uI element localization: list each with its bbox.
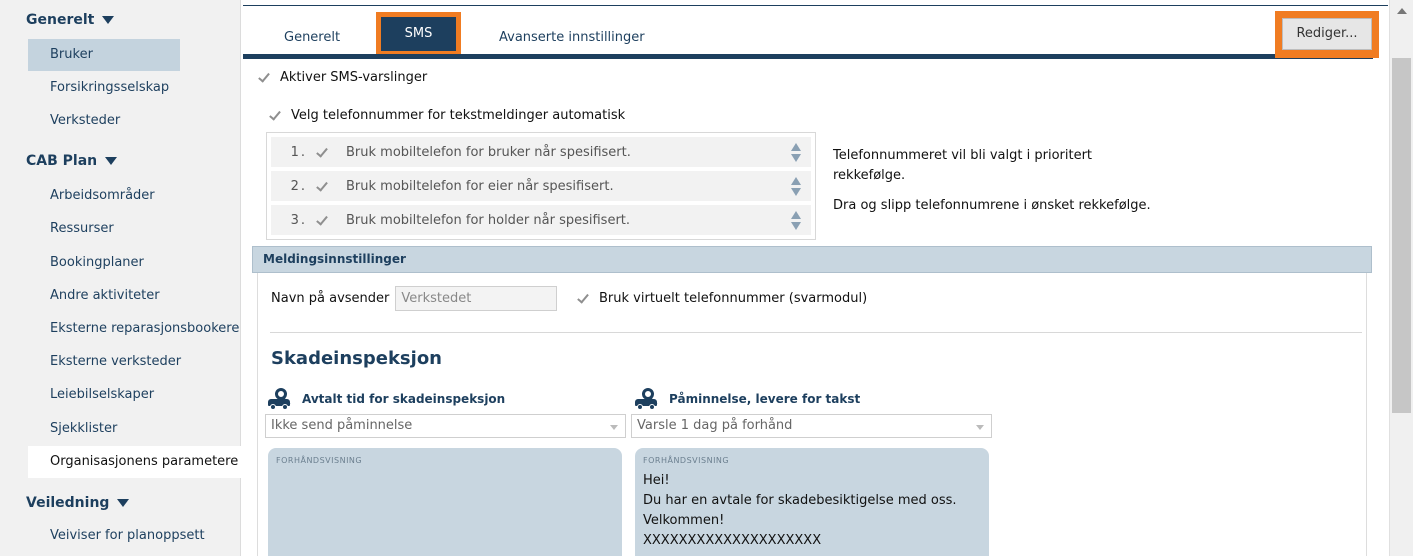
drag-sort-icon[interactable] [791, 211, 801, 231]
enable-sms-label: Aktiver SMS-varslinger [280, 70, 428, 85]
sender-row: Navn på avsender [271, 286, 558, 311]
edit-button[interactable]: Rediger... [1282, 18, 1372, 50]
tab-underline [243, 54, 1373, 59]
priority-item[interactable]: 1. Bruk mobiltelefon for bruker når spes… [271, 137, 811, 167]
tab-sms-label: SMS [381, 17, 456, 51]
sidebar-item-arbeidsomrader[interactable]: Arbeidsområder [28, 180, 155, 212]
help-line-1: Telefonnummeret vil bli valgt i priorite… [833, 148, 1093, 183]
sidebar-item-sjekklister[interactable]: Sjekklister [28, 413, 117, 445]
sidebar-item-leiebilselskaper[interactable]: Leiebilselskaper [28, 379, 154, 411]
scrollbar[interactable] [1389, 0, 1413, 556]
priority-help-text: Telefonnummeret vil bli valgt i priorite… [833, 146, 1173, 226]
divider [270, 332, 1362, 333]
sms-preview-delivery: FORHÅNDSVISNING Hei! Du har en avtale fo… [635, 448, 989, 556]
checkmark-icon[interactable] [315, 214, 328, 227]
virtual-number-checkbox-row[interactable]: Bruk virtuelt telefonnummer (svarmodul) [576, 291, 867, 306]
edit-button-highlight: Rediger... [1275, 11, 1379, 58]
notification-label-text: Påminnelse, levere for takst [669, 392, 861, 406]
sidebar-group-generelt[interactable]: Generelt [26, 12, 115, 28]
auto-phone-label: Velg telefonnummer for tekstmeldinger au… [291, 108, 626, 123]
sidebar-group-label: Generelt [26, 12, 95, 28]
priority-label: Bruk mobiltelefon for bruker når spesifi… [346, 144, 631, 160]
sidebar-item-eksterne-reparasjonsbookere[interactable]: Eksterne reparasjonsbookere [28, 313, 239, 345]
chevron-down-icon [117, 499, 130, 507]
sender-label: Navn på avsender [271, 291, 390, 306]
enable-sms-checkbox-row[interactable]: Aktiver SMS-varslinger [257, 70, 427, 85]
tab-sms[interactable]: SMS [376, 12, 461, 56]
sidebar: Generelt Bruker Forsikringsselskap Verks… [0, 0, 241, 556]
select-value: Ikke send påminnelse [271, 418, 413, 433]
message-settings-header: Meldingsinnstillinger [252, 246, 1372, 273]
preview-label: FORHÅNDSVISNING [276, 456, 363, 465]
sidebar-item-verksteder[interactable]: Verksteder [28, 105, 120, 137]
notification-label-text: Avtalt tid for skadeinspeksjon [302, 392, 506, 406]
chevron-down-icon [102, 16, 115, 24]
help-line-2: Dra og slipp telefonnumrene i ønsket rek… [833, 198, 1151, 213]
phone-priority-list: 1. Bruk mobiltelefon for bruker når spes… [266, 132, 816, 240]
preview-text: Hei! Du har en avtale for skadebesiktige… [643, 473, 957, 548]
priority-item[interactable]: 3. Bruk mobiltelefon for holder når spes… [271, 205, 811, 235]
sidebar-item-forsikringsselskap[interactable]: Forsikringsselskap [28, 72, 169, 104]
auto-phone-checkbox-row[interactable]: Velg telefonnummer for tekstmeldinger au… [268, 108, 625, 123]
sidebar-group-veiledning[interactable]: Veiledning [26, 495, 130, 511]
sidebar-group-label: Veiledning [26, 495, 110, 511]
dropdown-arrow-icon [976, 425, 984, 430]
reminder-select-appointment[interactable]: Ikke send påminnelse [265, 414, 626, 438]
notification-label-appointment: Avtalt tid for skadeinspeksjon [268, 388, 505, 410]
sender-input[interactable] [395, 286, 558, 311]
sidebar-group-cab-plan[interactable]: CAB Plan [26, 153, 118, 169]
sidebar-item-ressurser[interactable]: Ressurser [28, 213, 114, 245]
priority-item[interactable]: 2. Bruk mobiltelefon for eier når spesif… [271, 171, 811, 201]
priority-number: 3. [290, 212, 307, 228]
scroll-up-icon[interactable] [1397, 8, 1407, 14]
drag-sort-icon[interactable] [791, 143, 801, 163]
checkmark-icon[interactable] [268, 109, 281, 122]
sidebar-item-eksterne-verksteder[interactable]: Eksterne verksteder [28, 346, 181, 378]
drag-sort-icon[interactable] [791, 177, 801, 197]
sidebar-item-bruker[interactable]: Bruker [28, 39, 180, 71]
checkmark-icon[interactable] [576, 292, 589, 305]
tab-bar: Generelt SMS Avanserte innstillinger [243, 12, 1388, 58]
notification-label-delivery: Påminnelse, levere for takst [635, 388, 860, 410]
priority-number: 2. [290, 178, 307, 194]
select-value: Varsle 1 dag på forhånd [637, 418, 793, 433]
sidebar-item-organisasjonens-parametere[interactable]: Organisasjonens parametere [28, 446, 241, 478]
tab-generelt[interactable]: Generelt [284, 22, 340, 54]
scrollbar-thumb[interactable] [1392, 58, 1411, 413]
sidebar-group-label: CAB Plan [26, 153, 98, 169]
priority-label: Bruk mobiltelefon for holder når spesifi… [346, 212, 631, 228]
virtual-number-label: Bruk virtuelt telefonnummer (svarmodul) [599, 291, 868, 306]
sms-preview-appointment: FORHÅNDSVISNING [268, 448, 622, 556]
car-inspection-icon [268, 388, 294, 410]
chevron-down-icon [105, 157, 118, 165]
checkmark-icon[interactable] [315, 180, 328, 193]
dropdown-arrow-icon [610, 425, 618, 430]
tab-avanserte-innstillinger[interactable]: Avanserte innstillinger [499, 22, 645, 54]
car-inspection-icon [635, 388, 661, 410]
top-border [243, 5, 1388, 6]
priority-number: 1. [290, 144, 307, 160]
preview-label: FORHÅNDSVISNING [643, 456, 730, 465]
sidebar-item-andre-aktiviteter[interactable]: Andre aktiviteter [28, 280, 160, 312]
checkmark-icon[interactable] [315, 146, 328, 159]
checkmark-icon[interactable] [257, 71, 270, 84]
reminder-select-delivery[interactable]: Varsle 1 dag på forhånd [631, 414, 992, 438]
sidebar-item-bookingplaner[interactable]: Bookingplaner [28, 247, 144, 279]
sidebar-item-veiviser[interactable]: Veiviser for planoppsett [28, 520, 205, 552]
damage-inspection-title: Skadeinspeksjon [271, 348, 442, 369]
priority-label: Bruk mobiltelefon for eier når spesifise… [346, 178, 614, 194]
